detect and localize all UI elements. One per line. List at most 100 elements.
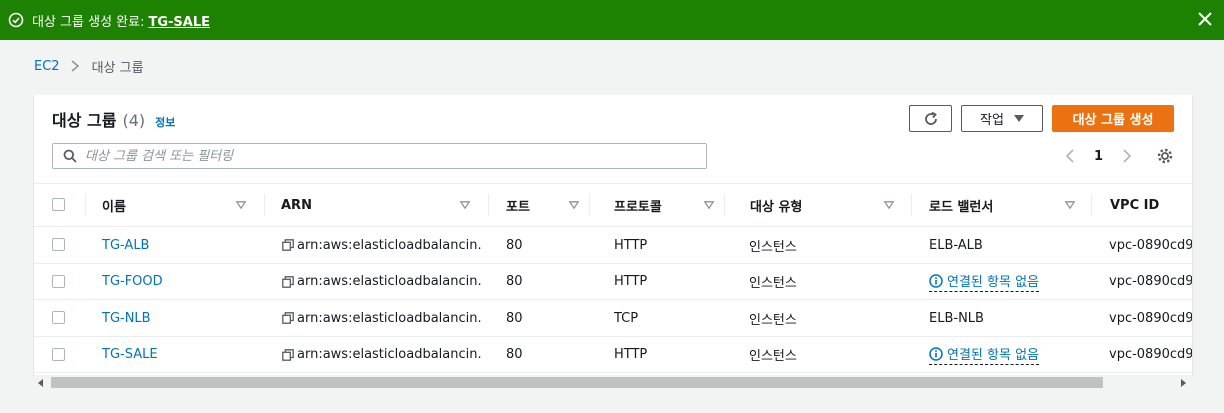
target-groups-panel: 대상 그룹 (4) 정보 작업 대상 그룹 생성 1 bbox=[34, 95, 1192, 375]
breadcrumb: EC2 대상 그룹 bbox=[34, 57, 144, 76]
info-icon bbox=[929, 346, 943, 361]
refresh-button[interactable] bbox=[909, 105, 952, 132]
column-label: 포트 bbox=[506, 199, 530, 215]
column-header-port[interactable]: 포트 bbox=[489, 184, 590, 226]
target-type-cell: 인스턴스 bbox=[749, 337, 899, 373]
vpc-id-value: vpc-0890cd9c7 bbox=[1109, 310, 1192, 326]
flash-message: 대상 그룹 생성 완료: TG-SALE bbox=[32, 11, 210, 30]
load-balancer-value: ELB-ALB bbox=[929, 237, 983, 253]
info-link[interactable]: 정보 bbox=[155, 114, 175, 130]
vpc-id-cell: vpc-0890cd9c7 bbox=[1109, 300, 1192, 336]
arn-value: arn:aws:elasticloadbalancin... bbox=[297, 310, 482, 326]
scrollbar-thumb[interactable] bbox=[51, 377, 1103, 388]
table-row: TG-FOOD arn:aws:elasticloadbalancin... 8… bbox=[34, 264, 1192, 300]
arn-cell: arn:aws:elasticloadbalancin... bbox=[282, 264, 482, 300]
flash-target-group-link[interactable]: TG-SALE bbox=[148, 15, 210, 30]
protocol-value: HTTP bbox=[614, 347, 648, 362]
pagination: 1 bbox=[1064, 145, 1133, 167]
no-associated-items[interactable]: 연결된 항목 없음 bbox=[929, 344, 1039, 365]
sort-icon bbox=[884, 201, 894, 209]
load-balancer-cell: ELB-ALB bbox=[929, 227, 1089, 263]
scroll-left-icon[interactable] bbox=[38, 379, 44, 387]
arn-value: arn:aws:elasticloadbalancin... bbox=[297, 274, 482, 289]
vpc-id-cell: vpc-0890cd9c7 bbox=[1109, 337, 1192, 373]
arn-value: arn:aws:elasticloadbalancin... bbox=[297, 237, 482, 253]
column-label: 이름 bbox=[102, 199, 126, 215]
target-group-name-link[interactable]: TG-ALB bbox=[102, 238, 149, 253]
port-value: 80 bbox=[506, 237, 523, 253]
column-header-protocol[interactable]: 프로토콜 bbox=[590, 184, 725, 226]
port-value: 80 bbox=[506, 347, 523, 362]
protocol-cell: HTTP bbox=[614, 227, 714, 263]
copy-icon[interactable] bbox=[282, 239, 294, 251]
copy-icon[interactable] bbox=[282, 312, 294, 324]
table-row: TG-SALE arn:aws:elasticloadbalancin... 8… bbox=[34, 337, 1192, 373]
target-group-name-link[interactable]: TG-NLB bbox=[102, 311, 151, 326]
vpc-id-value: vpc-0890cd9c7 bbox=[1109, 347, 1192, 362]
create-target-group-button[interactable]: 대상 그룹 생성 bbox=[1052, 105, 1174, 132]
close-icon[interactable] bbox=[1196, 10, 1214, 28]
column-header-target-type[interactable]: 대상 유형 bbox=[725, 184, 912, 226]
chevron-left-icon[interactable] bbox=[1064, 149, 1076, 163]
target-group-name-link[interactable]: TG-FOOD bbox=[102, 274, 163, 289]
gear-icon[interactable] bbox=[1156, 147, 1174, 165]
row-checkbox[interactable] bbox=[52, 311, 65, 324]
name-cell: TG-NLB bbox=[102, 300, 262, 336]
column-header-load-balancer[interactable]: 로드 밸런서 bbox=[912, 184, 1092, 226]
search-field[interactable] bbox=[52, 143, 707, 169]
no-associated-items[interactable]: 연결된 항목 없음 bbox=[929, 271, 1039, 292]
sort-icon bbox=[460, 201, 470, 209]
column-header-arn[interactable]: ARN bbox=[265, 184, 489, 226]
protocol-value: HTTP bbox=[614, 274, 648, 289]
horizontal-scrollbar[interactable] bbox=[34, 375, 1192, 391]
column-label: 로드 밸런서 bbox=[929, 199, 994, 215]
actions-label: 작업 bbox=[980, 113, 1004, 128]
row-checkbox[interactable] bbox=[52, 347, 65, 361]
sort-icon bbox=[569, 201, 579, 209]
breadcrumb-ec2-link[interactable]: EC2 bbox=[34, 59, 60, 74]
name-cell: TG-ALB bbox=[102, 227, 262, 263]
load-balancer-cell: ELB-NLB bbox=[929, 300, 1089, 336]
chevron-right-icon bbox=[71, 60, 79, 72]
name-cell: TG-SALE bbox=[102, 337, 262, 373]
current-page[interactable]: 1 bbox=[1094, 149, 1103, 164]
column-header-vpc-id[interactable]: VPC ID bbox=[1092, 184, 1192, 226]
target-type-cell: 인스턴스 bbox=[749, 264, 899, 300]
row-select-cell bbox=[34, 300, 86, 336]
flash-message-text: 대상 그룹 생성 완료: bbox=[32, 14, 145, 30]
sort-icon bbox=[704, 201, 714, 209]
page-title: 대상 그룹 bbox=[52, 111, 117, 130]
target-type-cell: 인스턴스 bbox=[749, 227, 899, 263]
target-type-cell: 인스턴스 bbox=[749, 300, 899, 336]
scroll-right-icon[interactable] bbox=[1180, 379, 1186, 387]
protocol-value: HTTP bbox=[614, 237, 648, 253]
actions-dropdown-button[interactable]: 작업 bbox=[961, 105, 1043, 132]
select-all-checkbox[interactable] bbox=[52, 198, 65, 211]
sort-icon bbox=[236, 201, 246, 209]
port-cell: 80 bbox=[506, 337, 586, 373]
copy-icon[interactable] bbox=[282, 275, 294, 288]
breadcrumb-current: 대상 그룹 bbox=[91, 60, 144, 76]
caret-down-icon bbox=[1013, 114, 1024, 122]
search-icon bbox=[63, 149, 77, 163]
row-select-cell bbox=[34, 337, 86, 373]
copy-icon[interactable] bbox=[282, 348, 294, 361]
load-balancer-value: 연결된 항목 없음 bbox=[947, 348, 1039, 363]
target-group-name-link[interactable]: TG-SALE bbox=[102, 347, 158, 362]
column-header-name[interactable]: 이름 bbox=[86, 184, 265, 226]
vpc-id-value: vpc-0890cd9c7 bbox=[1109, 237, 1192, 253]
load-balancer-cell: 연결된 항목 없음 bbox=[929, 264, 1089, 300]
chevron-right-icon[interactable] bbox=[1121, 149, 1133, 163]
load-balancer-value: ELB-NLB bbox=[929, 310, 984, 326]
success-flash-banner: 대상 그룹 생성 완료: TG-SALE bbox=[0, 0, 1224, 40]
row-checkbox[interactable] bbox=[52, 238, 65, 251]
load-balancer-cell: 연결된 항목 없음 bbox=[929, 337, 1089, 373]
target-groups-table: 이름 ARN 포트 프로토콜 대상 유형 로드 밸런서 VPC ID TG-AL… bbox=[34, 183, 1192, 373]
search-input[interactable] bbox=[85, 145, 685, 167]
item-count: (4) bbox=[122, 111, 146, 130]
target-type-value: 인스턴스 bbox=[749, 349, 797, 364]
target-type-value: 인스턴스 bbox=[749, 276, 797, 291]
row-checkbox[interactable] bbox=[52, 274, 65, 288]
column-label: ARN bbox=[281, 197, 312, 213]
table-row: TG-NLB arn:aws:elasticloadbalancin... 80… bbox=[34, 300, 1192, 337]
